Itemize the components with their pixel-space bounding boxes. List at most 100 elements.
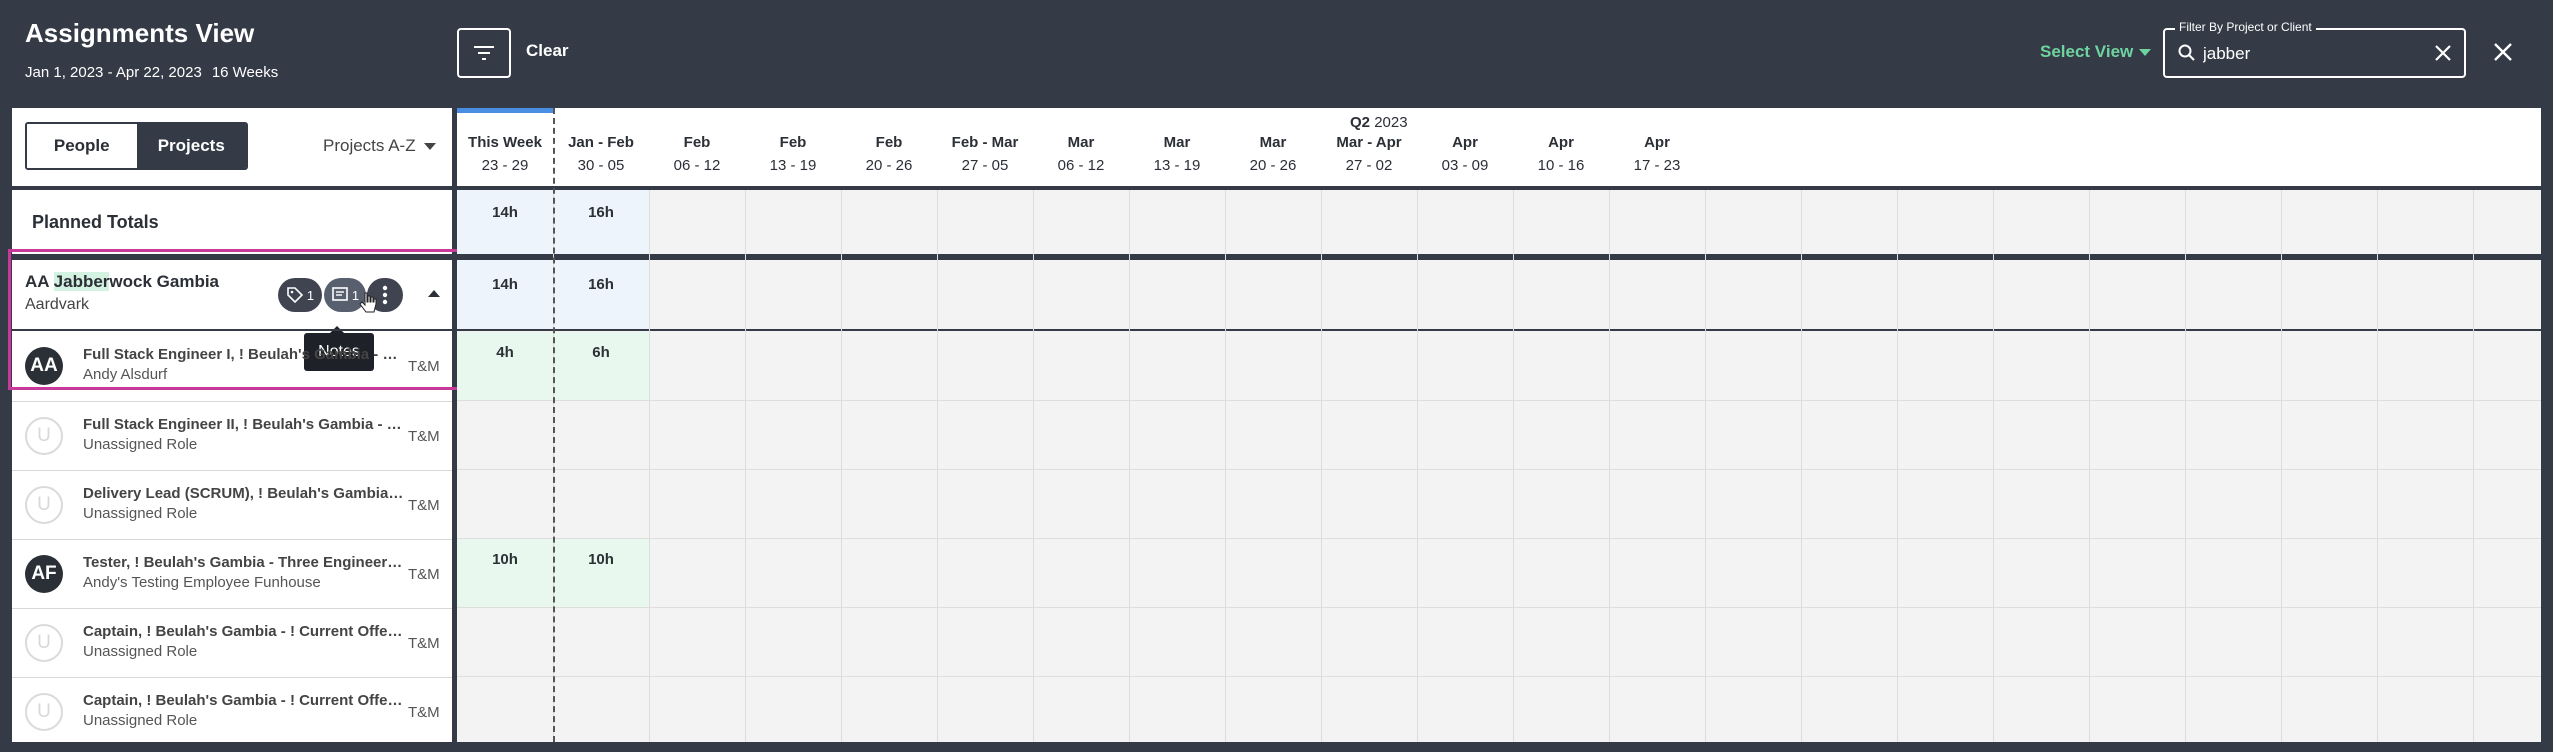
- role-person: Andy's Testing Employee Funhouse: [83, 574, 321, 591]
- grid-column-line: [1033, 190, 1034, 742]
- assignment-row[interactable]: AA Full Stack Engineer I, ! Beulah's Gamb…: [12, 332, 452, 400]
- grid-column-line: [841, 190, 842, 742]
- week-column-header[interactable]: Feb 06 - 12: [649, 108, 745, 186]
- assignment-hours: 10h: [588, 551, 614, 568]
- filter-icon: [474, 46, 494, 60]
- billing-type: T&M: [408, 358, 440, 375]
- week-column-header[interactable]: Apr 10 - 16: [1513, 108, 1609, 186]
- week-month: Feb: [683, 134, 711, 151]
- tag-count: 1: [306, 287, 315, 303]
- grid-column-line: [2473, 190, 2474, 742]
- week-days: 27 - 05: [961, 157, 1009, 174]
- search-icon: [2178, 44, 2195, 61]
- planned-totals-band: [457, 190, 2541, 254]
- role-title: Full Stack Engineer I, ! Beulah's Gambia…: [83, 346, 405, 363]
- grid-section-divider: [457, 254, 2541, 260]
- clear-button[interactable]: Clear: [526, 41, 569, 61]
- close-icon[interactable]: [2491, 40, 2515, 64]
- planned-total-hours: 16h: [588, 204, 614, 221]
- week-column-header[interactable]: Mar 06 - 12: [1033, 108, 1129, 186]
- project-name-suffix: wock Gambia: [109, 272, 220, 291]
- assignment-row[interactable]: U Delivery Lead (SCRUM), ! Beulah's Gambi…: [12, 470, 452, 538]
- role-person: Unassigned Role: [83, 712, 198, 729]
- assignment-row[interactable]: U Full Stack Engineer II, ! Beulah's Gamb…: [12, 401, 452, 469]
- week-days: 10 - 16: [1537, 157, 1585, 174]
- grid-row-line: [457, 538, 2541, 539]
- project-name-prefix: AA: [25, 272, 54, 291]
- timeline-grid: Q2 2023 This Week 23 - 29 Jan - Feb 30 - 05…: [457, 108, 2541, 742]
- toggle-projects-button[interactable]: Projects: [136, 124, 246, 168]
- assignment-hours: 10h: [492, 551, 518, 568]
- week-month: This Week: [468, 134, 542, 151]
- week-column-header[interactable]: Mar 13 - 19: [1129, 108, 1225, 186]
- week-month: Mar: [1163, 134, 1191, 151]
- week-column-header[interactable]: Feb 13 - 19: [745, 108, 841, 186]
- billing-type: T&M: [408, 497, 440, 514]
- project-search-field[interactable]: Filter By Project or Client: [2163, 20, 2466, 78]
- week-column-header[interactable]: Feb 20 - 26: [841, 108, 937, 186]
- week-column-header[interactable]: Feb - Mar 27 - 05: [937, 108, 1033, 186]
- today-marker-line: [553, 108, 555, 742]
- role-title: Full Stack Engineer II, ! Beulah's Gambi…: [83, 416, 405, 433]
- week-column-header[interactable]: Apr 17 - 23: [1609, 108, 1705, 186]
- billing-type: T&M: [408, 635, 440, 652]
- grid-column-line: [1801, 190, 1802, 742]
- tags-chip[interactable]: 1: [278, 278, 322, 312]
- search-input[interactable]: [2201, 40, 2425, 68]
- grid-column-line: [1513, 190, 1514, 742]
- assignment-row[interactable]: AF Tester, ! Beulah's Gambia - Three Engi…: [12, 539, 452, 607]
- week-column-header[interactable]: Apr 03 - 09: [1417, 108, 1513, 186]
- assignment-row[interactable]: U Captain, ! Beulah's Gambia - ! Current …: [12, 677, 452, 742]
- sort-dropdown[interactable]: Projects A-Z: [323, 136, 436, 156]
- week-month: Jan - Feb: [568, 134, 634, 151]
- week-month: Mar - Apr: [1336, 134, 1402, 151]
- assignment-row[interactable]: U Captain, ! Beulah's Gambia - ! Current …: [12, 608, 452, 676]
- hours-cell-shade: [553, 332, 649, 400]
- project-divider: [12, 329, 452, 331]
- grid-row-line: [457, 469, 2541, 470]
- grid-column-line: [1321, 190, 1322, 742]
- billing-type: T&M: [408, 428, 440, 445]
- grid-column-line: [2377, 190, 2378, 742]
- week-days: 20 - 26: [865, 157, 913, 174]
- week-month: Apr: [1548, 134, 1574, 151]
- week-month: Feb - Mar: [951, 134, 1019, 151]
- week-month: Feb: [779, 134, 807, 151]
- chevron-down-icon: [2139, 48, 2152, 56]
- grid-row-line: [457, 607, 2541, 608]
- role-title: Delivery Lead (SCRUM), ! Beulah's Gambia…: [83, 485, 405, 502]
- clear-search-icon[interactable]: [2432, 42, 2454, 64]
- avatar: U: [25, 693, 63, 731]
- collapse-caret-icon[interactable]: [428, 290, 440, 297]
- assignment-hours: 4h: [496, 344, 514, 361]
- grid-column-line: [1417, 190, 1418, 742]
- week-month: Mar: [1067, 134, 1095, 151]
- week-month: Apr: [1452, 134, 1478, 151]
- sort-label: Projects A-Z: [323, 136, 416, 155]
- hours-cell-shade: [457, 332, 553, 400]
- view-toggle: People Projects: [25, 122, 248, 170]
- search-field-label: Filter By Project or Client: [2175, 20, 2316, 34]
- avatar: U: [25, 417, 63, 455]
- week-column-header[interactable]: Mar 20 - 26: [1225, 108, 1321, 186]
- date-range-summary: Jan 1, 2023 - Apr 22, 2023 16 Weeks: [25, 64, 288, 81]
- week-days: 06 - 12: [1057, 157, 1105, 174]
- filter-button[interactable]: [457, 28, 511, 78]
- assignment-list-panel: People Projects Projects A-Z Planned Tot…: [12, 108, 452, 742]
- toggle-people-button[interactable]: People: [27, 124, 137, 168]
- project-name: AA Jabberwock Gambia: [25, 272, 219, 292]
- week-days: 13 - 19: [769, 157, 817, 174]
- grid-column-line: [2089, 190, 2090, 742]
- grid-column-line: [745, 190, 746, 742]
- grid-column-line: [1897, 190, 1898, 742]
- week-column-header[interactable]: Jan - Feb 30 - 05: [553, 108, 649, 186]
- week-column-header[interactable]: This Week 23 - 29: [457, 108, 553, 186]
- avatar: U: [25, 486, 63, 524]
- week-days: 17 - 23: [1633, 157, 1681, 174]
- search-highlight: Jabber: [53, 272, 110, 291]
- select-view-dropdown[interactable]: Select View: [2040, 42, 2152, 62]
- week-column-header[interactable]: Mar - Apr 27 - 02: [1321, 108, 1417, 186]
- weeks-count: 16 Weeks: [211, 64, 279, 81]
- app-header: Assignments View Jan 1, 2023 - Apr 22, 2…: [0, 0, 2553, 108]
- planned-total-hours: 14h: [492, 204, 518, 221]
